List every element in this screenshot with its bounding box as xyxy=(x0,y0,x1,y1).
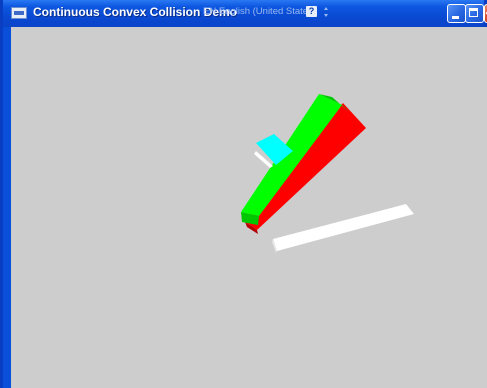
title-bar[interactable]: Continuous Convex Collision Demo EN Engl… xyxy=(3,0,487,27)
maximize-button[interactable] xyxy=(465,4,484,23)
arrow-up-icon xyxy=(324,7,328,10)
render-viewport[interactable] xyxy=(11,27,487,388)
app-window: Continuous Convex Collision Demo EN Engl… xyxy=(0,0,487,388)
arrow-down-icon xyxy=(324,14,328,17)
help-icon[interactable]: ? xyxy=(306,6,317,17)
app-icon[interactable] xyxy=(11,7,27,19)
white-plank-top xyxy=(273,204,414,251)
minimize-button[interactable] xyxy=(447,4,466,23)
green-box xyxy=(241,94,349,225)
language-indicator[interactable]: EN English (United States) xyxy=(203,6,316,17)
white-plank xyxy=(272,204,414,253)
language-options-icon[interactable] xyxy=(324,5,328,19)
scene-canvas[interactable] xyxy=(11,27,487,388)
